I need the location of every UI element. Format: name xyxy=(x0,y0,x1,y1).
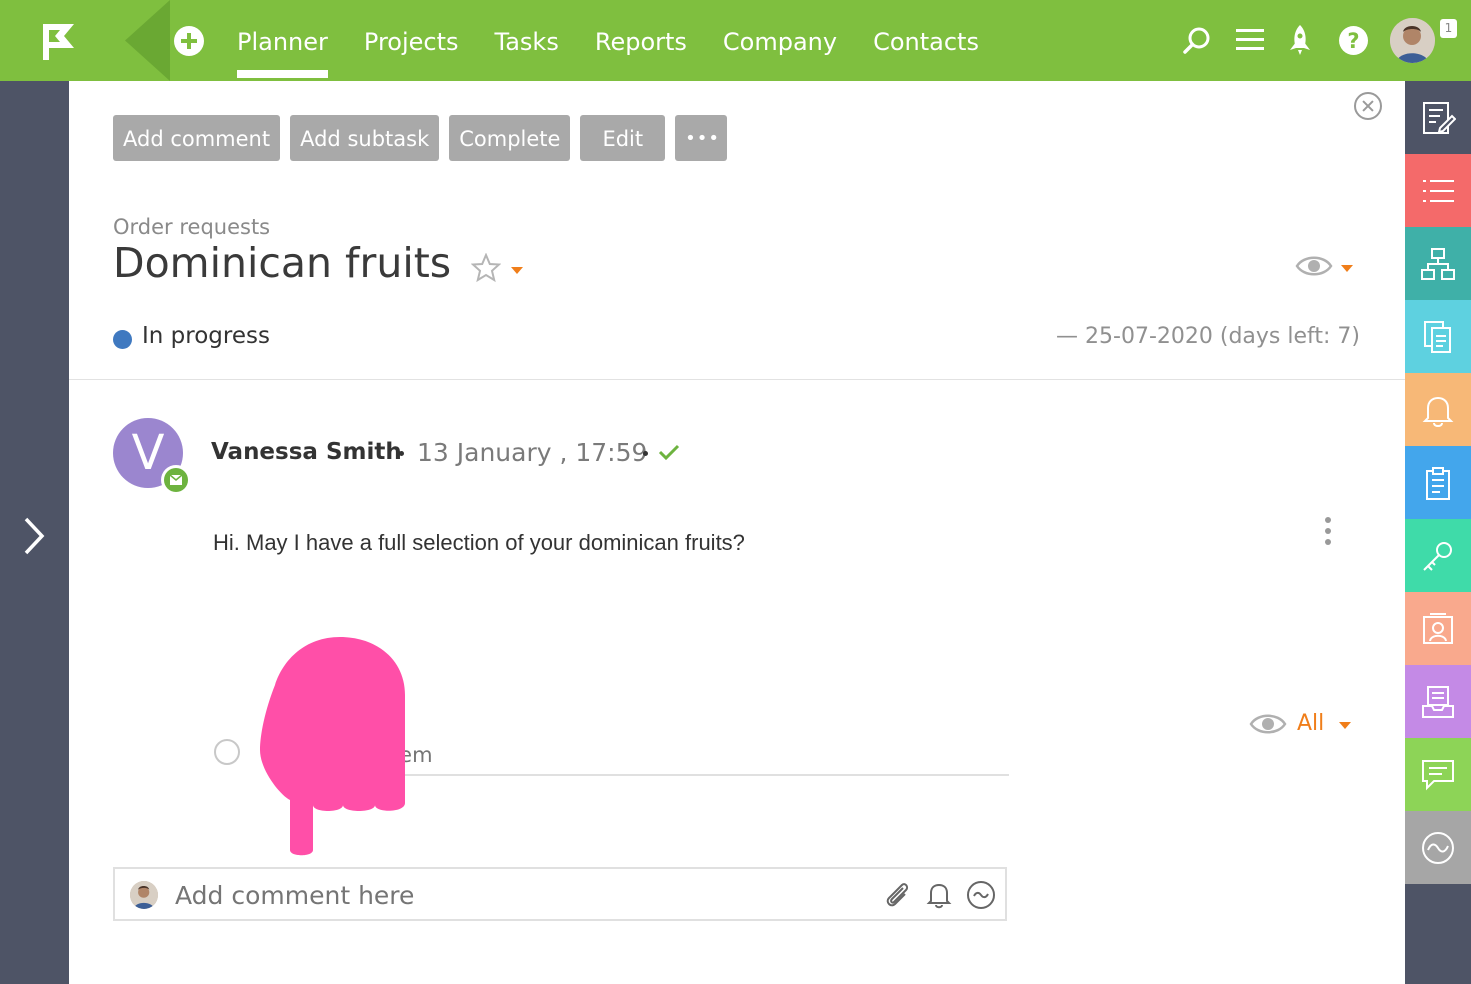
attachment-icon[interactable] xyxy=(881,879,913,911)
page-title: Dominican fruits xyxy=(113,239,452,287)
help-icon[interactable]: ? xyxy=(1339,26,1368,55)
status-label[interactable]: In progress xyxy=(142,323,270,349)
checklist-checkbox[interactable] xyxy=(214,739,240,765)
contact-card-icon[interactable] xyxy=(1405,592,1471,665)
notification-badge[interactable]: 1 xyxy=(1440,19,1457,38)
list-icon[interactable] xyxy=(1405,154,1471,227)
chevron-right-icon[interactable] xyxy=(20,516,46,556)
rocket-icon[interactable] xyxy=(1288,24,1312,56)
visibility-filter[interactable]: All xyxy=(1297,711,1324,736)
nav-company[interactable]: Company xyxy=(705,0,855,81)
documents-icon[interactable] xyxy=(1405,300,1471,373)
edit-button[interactable]: Edit xyxy=(580,115,666,161)
email-source-icon xyxy=(161,465,191,495)
complete-button[interactable]: Complete xyxy=(449,115,571,161)
star-caret-icon[interactable] xyxy=(511,267,523,274)
visibility-caret-icon[interactable] xyxy=(1339,722,1351,729)
right-tool-rail xyxy=(1405,81,1471,984)
chat-icon[interactable] xyxy=(1405,738,1471,811)
comment-author: Vanessa Smith xyxy=(211,439,402,465)
separator-dot xyxy=(399,451,404,456)
hierarchy-icon[interactable] xyxy=(1405,227,1471,300)
add-icon[interactable] xyxy=(174,26,204,56)
activity-icon[interactable] xyxy=(1405,811,1471,884)
project-name[interactable]: Order requests xyxy=(113,215,270,239)
star-icon[interactable] xyxy=(471,253,501,283)
comment-text: Hi. May I have a full selection of your … xyxy=(213,530,745,555)
current-user-avatar xyxy=(130,881,158,909)
notes-icon[interactable] xyxy=(1405,81,1471,154)
eye-icon[interactable] xyxy=(1295,253,1333,279)
nav-contacts[interactable]: Contacts xyxy=(855,0,997,81)
comment-menu-icon[interactable] xyxy=(1325,517,1333,550)
more-button[interactable]: ••• xyxy=(675,115,728,161)
bell-icon[interactable] xyxy=(1405,373,1471,446)
eye-icon[interactable] xyxy=(1249,711,1287,737)
key-icon[interactable] xyxy=(1405,519,1471,592)
inbox-icon[interactable] xyxy=(1405,665,1471,738)
pointing-hand-cursor xyxy=(260,637,405,856)
clipboard-icon[interactable] xyxy=(1405,446,1471,519)
watchers-caret-icon[interactable] xyxy=(1341,265,1353,272)
separator-dot xyxy=(643,451,648,456)
left-collapsed-rail xyxy=(0,81,69,984)
task-toolbar: Add comment Add subtask Complete Edit ••… xyxy=(113,115,728,161)
nav-reports[interactable]: Reports xyxy=(577,0,705,81)
emoji-icon[interactable] xyxy=(965,879,997,911)
user-avatar[interactable] xyxy=(1390,18,1435,63)
logo-area xyxy=(0,0,170,81)
read-check-icon xyxy=(658,444,680,461)
comment-date: 13 January , 17:59 xyxy=(417,438,648,467)
menu-icon[interactable] xyxy=(1235,28,1265,52)
close-icon[interactable] xyxy=(1354,92,1382,120)
due-date[interactable]: — 25-07-2020 (days left: 7) xyxy=(1056,324,1360,349)
main-nav: Planner Projects Tasks Reports Company C… xyxy=(219,0,997,81)
nav-planner[interactable]: Planner xyxy=(219,0,346,81)
search-icon[interactable] xyxy=(1182,26,1212,56)
nav-projects[interactable]: Projects xyxy=(346,0,477,81)
status-dot-icon[interactable] xyxy=(113,330,132,349)
top-navigation-bar: Planner Projects Tasks Reports Company C… xyxy=(0,0,1471,81)
comment-input[interactable] xyxy=(175,877,815,913)
comment-box[interactable] xyxy=(113,867,1007,921)
add-comment-button[interactable]: Add comment xyxy=(113,115,281,161)
bell-icon[interactable] xyxy=(923,879,955,911)
nav-tasks[interactable]: Tasks xyxy=(477,0,577,81)
add-subtask-button[interactable]: Add subtask xyxy=(290,115,440,161)
divider xyxy=(69,379,1405,380)
app-logo-icon[interactable] xyxy=(40,22,78,62)
